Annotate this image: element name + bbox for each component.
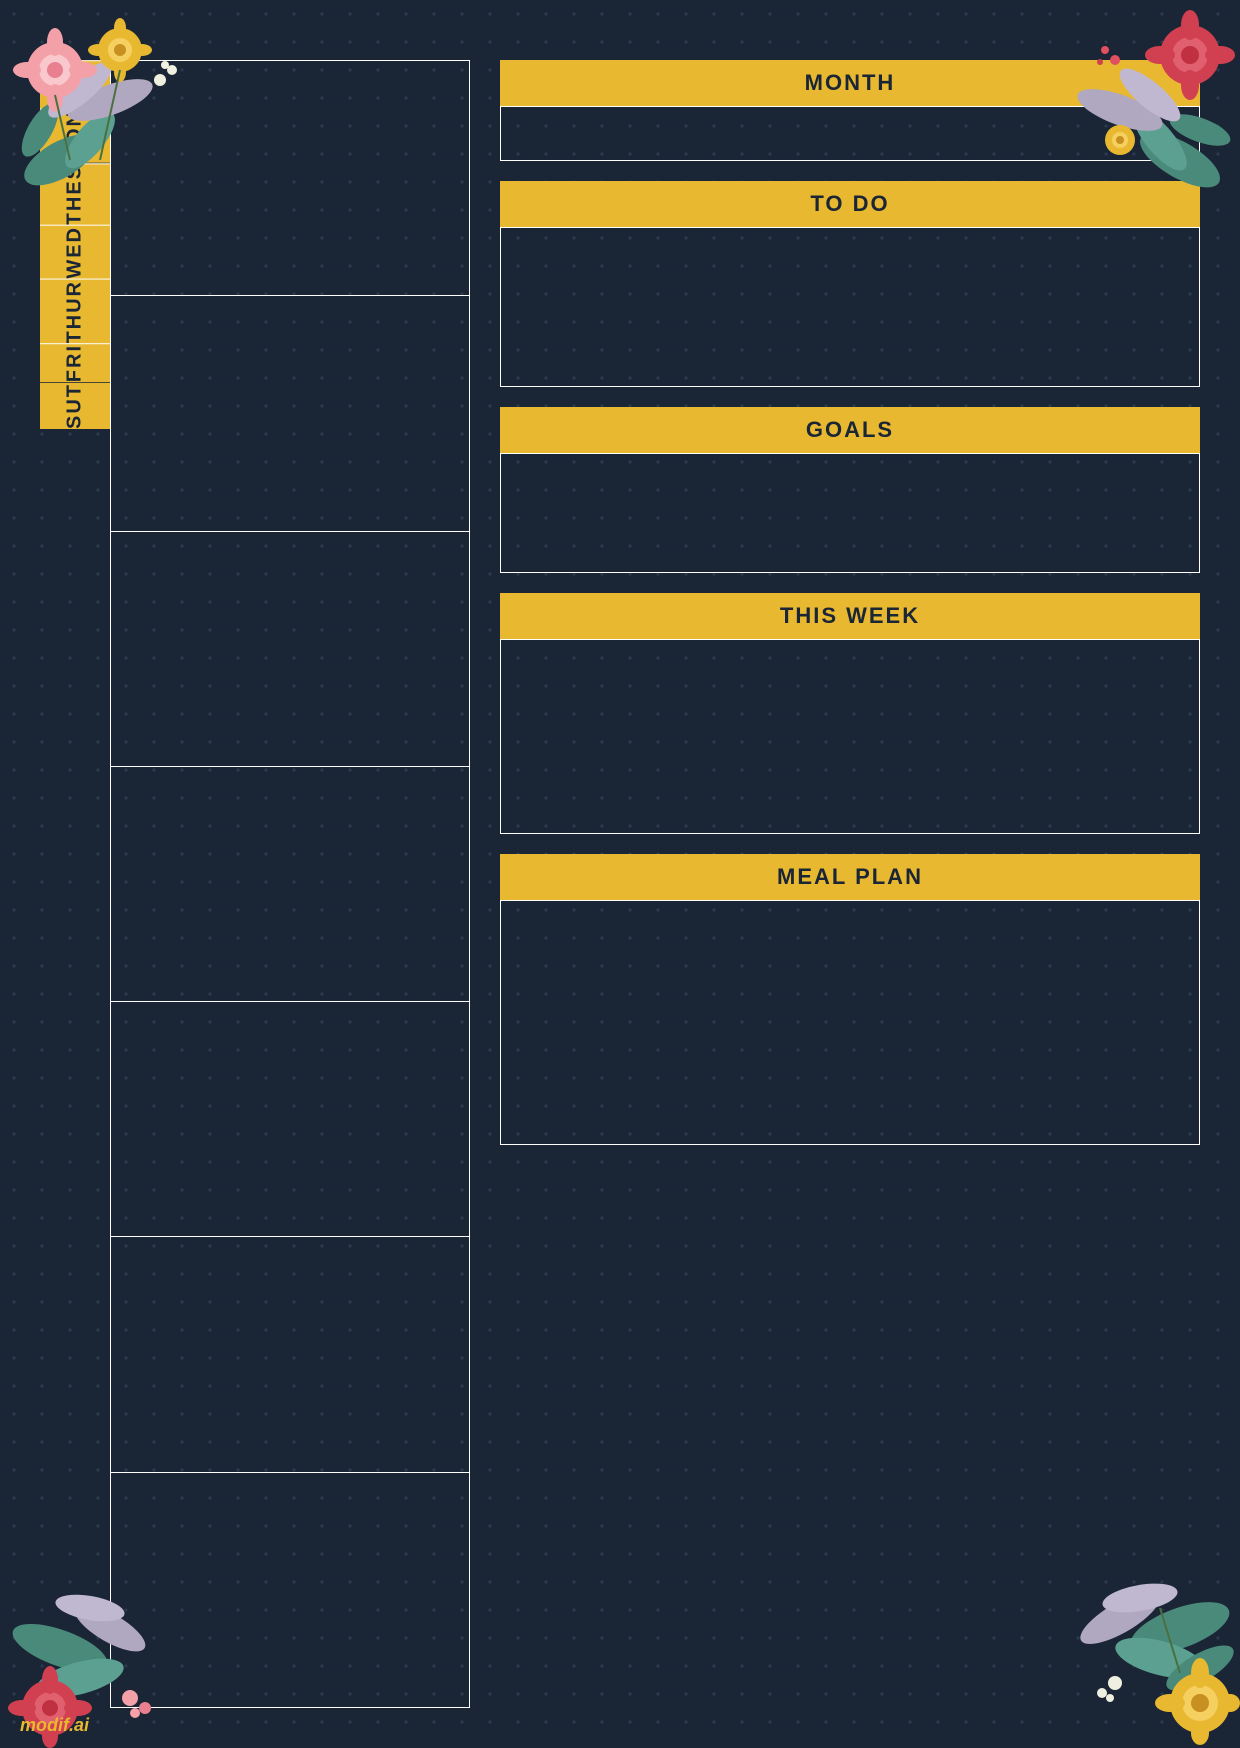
schedule-row-mon[interactable] [111, 296, 469, 531]
day-label-sut: SUT [40, 383, 110, 429]
schedule-row-wed[interactable] [111, 767, 469, 1002]
meal-plan-header: MEAL PLAN [500, 854, 1200, 900]
floral-decoration-top-left [0, 0, 220, 200]
goals-section: GOALS [500, 407, 1200, 573]
schedule-row-thur[interactable] [111, 1002, 469, 1237]
schedule-grid [110, 60, 470, 1708]
day-label-wed: WED [40, 225, 110, 279]
meal-plan-section: MEAL PLAN [500, 854, 1200, 1145]
left-column: SUN MON THES WED THUR FRI SUT [40, 60, 470, 1708]
this-week-header: THIS WEEK [500, 593, 1200, 639]
todo-section: TO DO [500, 181, 1200, 387]
meal-plan-body[interactable] [500, 900, 1200, 1145]
goals-header: GOALS [500, 407, 1200, 453]
floral-decoration-bottom-right [1020, 1528, 1240, 1748]
day-labels: SUN MON THES WED THUR FRI SUT [40, 60, 110, 1708]
schedule-row-fri[interactable] [111, 1237, 469, 1472]
this-week-body[interactable] [500, 639, 1200, 834]
floral-decoration-top-right [1020, 0, 1240, 200]
goals-body[interactable] [500, 453, 1200, 573]
day-label-fri: FRI [40, 343, 110, 382]
day-label-thur: THUR [40, 279, 110, 344]
schedule-row-thes[interactable] [111, 532, 469, 767]
right-column: MONTH TO DO GOALS THIS WEEK MEAL PLAN [500, 60, 1200, 1708]
this-week-section: THIS WEEK [500, 593, 1200, 834]
todo-body[interactable] [500, 227, 1200, 387]
main-container: SUN MON THES WED THUR FRI SUT MONTH TO D… [0, 0, 1240, 1748]
watermark: modif.ai [20, 1715, 89, 1736]
